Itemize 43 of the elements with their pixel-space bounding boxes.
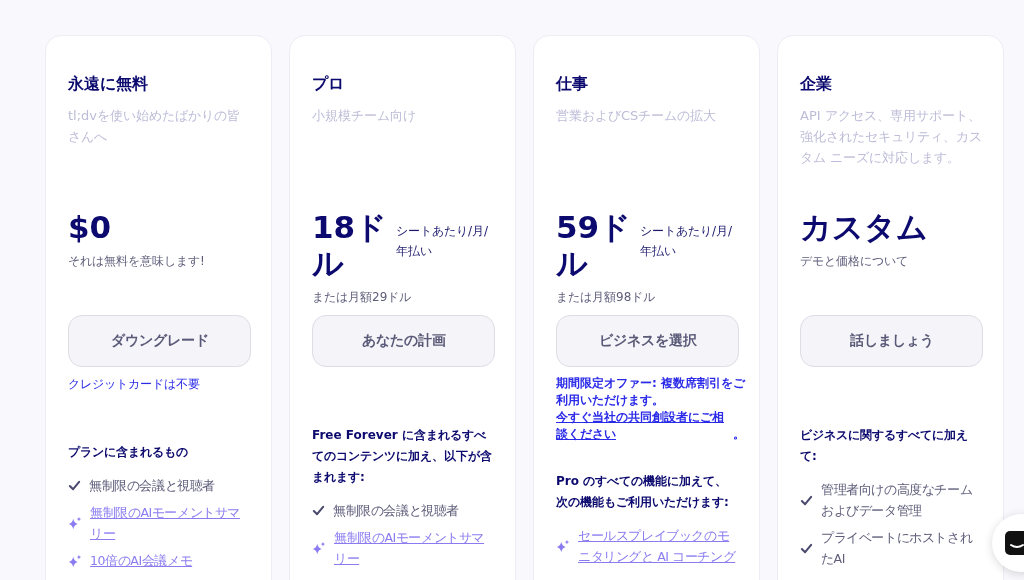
feature-item[interactable]: 無制限のAIモーメントサマリー — [90, 502, 251, 544]
price-note: または月額98ドル — [556, 289, 657, 306]
sparkle-icon — [312, 541, 326, 555]
plan-button[interactable]: 話しましょう — [800, 315, 983, 367]
check-icon — [68, 479, 81, 492]
plan-title: 永遠に無料 — [68, 74, 149, 95]
features-heading: Free Forever に含まれるすべてのコンテンツに加え、以下が含まれます: — [312, 427, 493, 486]
features-heading: プランに含まれるもの — [68, 444, 189, 461]
feature-item: 無制限の会議と視聴者 — [333, 502, 459, 520]
feature-item[interactable]: 10倍のAI会議メモ — [90, 550, 193, 571]
plan-button[interactable]: ダウングレード — [68, 315, 251, 367]
plan-note: 期間限定オファー: 複数席割引をご利用いただけます。 今すぐ当社の共同創設者にご相談ください 。 — [556, 375, 747, 443]
chat-icon — [1004, 530, 1024, 556]
check-icon — [800, 493, 813, 507]
price: 18ドル — [312, 209, 388, 281]
check-icon — [800, 541, 813, 555]
sparkle-icon — [68, 516, 82, 530]
plan-title: プロ — [312, 74, 345, 95]
price: カスタム — [800, 209, 928, 245]
feature-item: プライベートにホストされたAI — [821, 529, 974, 568]
plan-button[interactable]: ビジネスを選択 — [556, 315, 739, 367]
plan-button[interactable]: あなたの計画 — [312, 315, 495, 367]
price: 59ドル — [556, 209, 632, 281]
features-heading: ビジネスに関するすべてに加えて: — [800, 427, 969, 465]
price-note: デモと価格について — [800, 253, 909, 270]
billing-period: シートあたり/月/年払い — [640, 223, 734, 260]
price: $0 — [68, 209, 112, 245]
sparkle-icon — [68, 553, 82, 568]
feature-item[interactable]: セールスプレイブックのモニタリングと AI コーチング — [578, 525, 739, 567]
features-heading: Pro のすべての機能に加えて、次の機能もご利用いただけます: — [556, 473, 730, 511]
check-icon — [312, 504, 325, 517]
feature-item: 管理者向けの高度なチームおよびデータ管理 — [821, 481, 974, 520]
plan-title: 企業 — [800, 74, 833, 95]
sparkle-icon — [556, 539, 570, 553]
plan-description: tl;dvを使い始めたばかりの皆さんへ — [68, 108, 241, 144]
billing-period: シートあたり/月/年払い — [396, 223, 490, 260]
plan-note: クレジットカードは不要 — [68, 376, 201, 393]
price-note: それは無料を意味します! — [68, 253, 206, 270]
feature-item[interactable]: 無制限のAIモーメントサマリー — [334, 527, 495, 569]
feature-item: 無制限の会議と視聴者 — [89, 477, 215, 495]
price-note: または月額29ドル — [312, 289, 413, 306]
contact-link[interactable]: 今すぐ当社の共同創設者にご相談ください — [556, 409, 733, 443]
plan-title: 仕事 — [556, 74, 589, 95]
